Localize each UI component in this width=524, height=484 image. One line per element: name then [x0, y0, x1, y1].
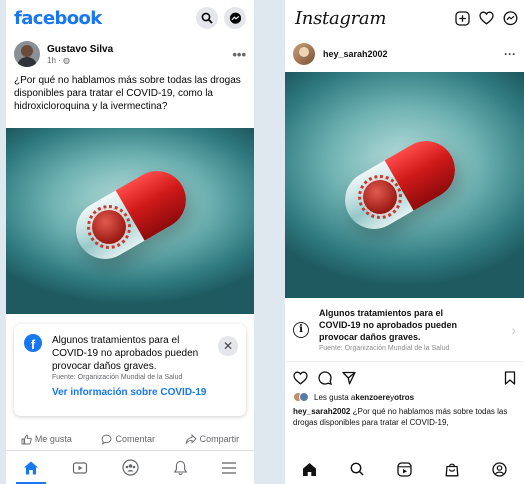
instagram-top-bar: Instagram	[285, 0, 524, 36]
info-source: Fuente: Organización Mundial de la Salud	[52, 374, 183, 381]
shop-icon[interactable]	[445, 462, 459, 477]
notifications-icon[interactable]	[173, 460, 188, 476]
comment-icon[interactable]	[318, 371, 332, 385]
covid-info-card[interactable]: i Algunos tratamientos para el COVID-19 …	[285, 298, 524, 362]
facebook-info-icon: f	[24, 334, 42, 352]
share-icon	[185, 433, 197, 444]
covid-info-card: f Algunos tratamientos para el COVID-19 …	[14, 324, 246, 416]
menu-icon[interactable]	[221, 461, 237, 475]
search-button[interactable]	[196, 7, 218, 29]
close-icon[interactable]: ✕	[218, 336, 238, 356]
heart-icon[interactable]	[479, 11, 494, 25]
avatar[interactable]	[293, 43, 315, 65]
post-text: ¿Por qué no hablamos más sobre todas las…	[14, 75, 241, 112]
like-label: Me gusta	[34, 434, 72, 444]
like-heart-icon[interactable]	[293, 371, 308, 385]
instagram-logo: Instagram	[295, 7, 387, 29]
info-source: Fuente: Organización Mundial de la Salud	[319, 345, 450, 352]
covid-info-link[interactable]: Ver información sobre COVID-19	[52, 387, 236, 398]
search-icon	[201, 12, 213, 24]
share-icon[interactable]	[342, 371, 356, 385]
reels-icon[interactable]	[397, 461, 412, 477]
bookmark-icon[interactable]	[504, 371, 516, 385]
more-options-icon[interactable]: •••	[232, 47, 246, 62]
info-icon: i	[293, 321, 309, 338]
facebook-bottom-nav	[6, 450, 254, 484]
home-icon[interactable]	[302, 462, 317, 477]
share-button[interactable]: Compartir	[185, 433, 240, 445]
caption-username[interactable]: hey_sarah2002	[293, 407, 350, 416]
profile-icon[interactable]	[492, 461, 507, 477]
like-button[interactable]: Me gusta	[21, 434, 72, 445]
post-meta: 1h · ◍	[47, 56, 113, 65]
messenger-button[interactable]	[224, 7, 246, 29]
groups-icon[interactable]	[122, 459, 139, 476]
search-icon[interactable]	[350, 462, 364, 476]
post-header: Gustavo Silva 1h · ◍ •••	[6, 36, 254, 72]
likes-prefix: Les gusta a	[314, 392, 356, 402]
likes-user[interactable]: kenzoere	[355, 393, 390, 402]
messenger-icon[interactable]	[503, 10, 518, 26]
facebook-screen: facebook Gustavo Silva 1h · ◍ ••• ¿Por q…	[6, 0, 254, 484]
instagram-bottom-nav	[285, 454, 524, 484]
post-caption: hey_sarah2002 ¿Por qué no hablamos más s…	[285, 404, 524, 428]
likes-line[interactable]: Les gusta a kenzoere y otros	[285, 390, 524, 404]
virus-graphic	[87, 205, 131, 249]
comment-label: Comentar	[115, 434, 155, 444]
post-header: hey_sarah2002 ···	[285, 36, 524, 72]
pill-capsule-graphic	[65, 160, 197, 270]
likes-others[interactable]: otros	[394, 393, 414, 402]
info-message: Algunos tratamientos para el COVID-19 no…	[52, 335, 199, 372]
post-time: 1h ·	[47, 55, 64, 65]
messenger-icon	[229, 12, 241, 24]
more-options-icon[interactable]: ···	[504, 47, 516, 61]
post-image[interactable]	[6, 128, 254, 314]
share-label: Compartir	[199, 434, 240, 444]
chevron-right-icon: ›	[511, 322, 516, 338]
post-actions	[285, 366, 524, 390]
info-message: Algunos tratamientos para el COVID-19 no…	[319, 308, 458, 342]
post-username[interactable]: hey_sarah2002	[323, 49, 388, 59]
post-author[interactable]: Gustavo Silva	[47, 44, 113, 55]
thumbs-up-icon	[21, 434, 32, 444]
facebook-top-bar: facebook	[6, 0, 254, 36]
home-icon[interactable]	[23, 460, 39, 476]
post-actions: Me gusta Comentar Compartir	[6, 429, 254, 449]
watch-icon[interactable]	[72, 460, 88, 476]
globe-icon: ◍	[63, 55, 70, 65]
pill-capsule-graphic	[334, 130, 466, 240]
new-post-icon[interactable]	[455, 10, 470, 26]
virus-graphic	[358, 175, 402, 219]
comment-button[interactable]: Comentar	[101, 434, 155, 445]
instagram-screen: Instagram hey_sarah2002 ··· i Algunos tr…	[285, 0, 524, 484]
avatar[interactable]	[14, 41, 40, 67]
liker-avatar	[299, 392, 309, 402]
facebook-logo: facebook	[14, 7, 102, 29]
comment-icon	[102, 434, 112, 445]
post-image[interactable]	[285, 72, 524, 298]
